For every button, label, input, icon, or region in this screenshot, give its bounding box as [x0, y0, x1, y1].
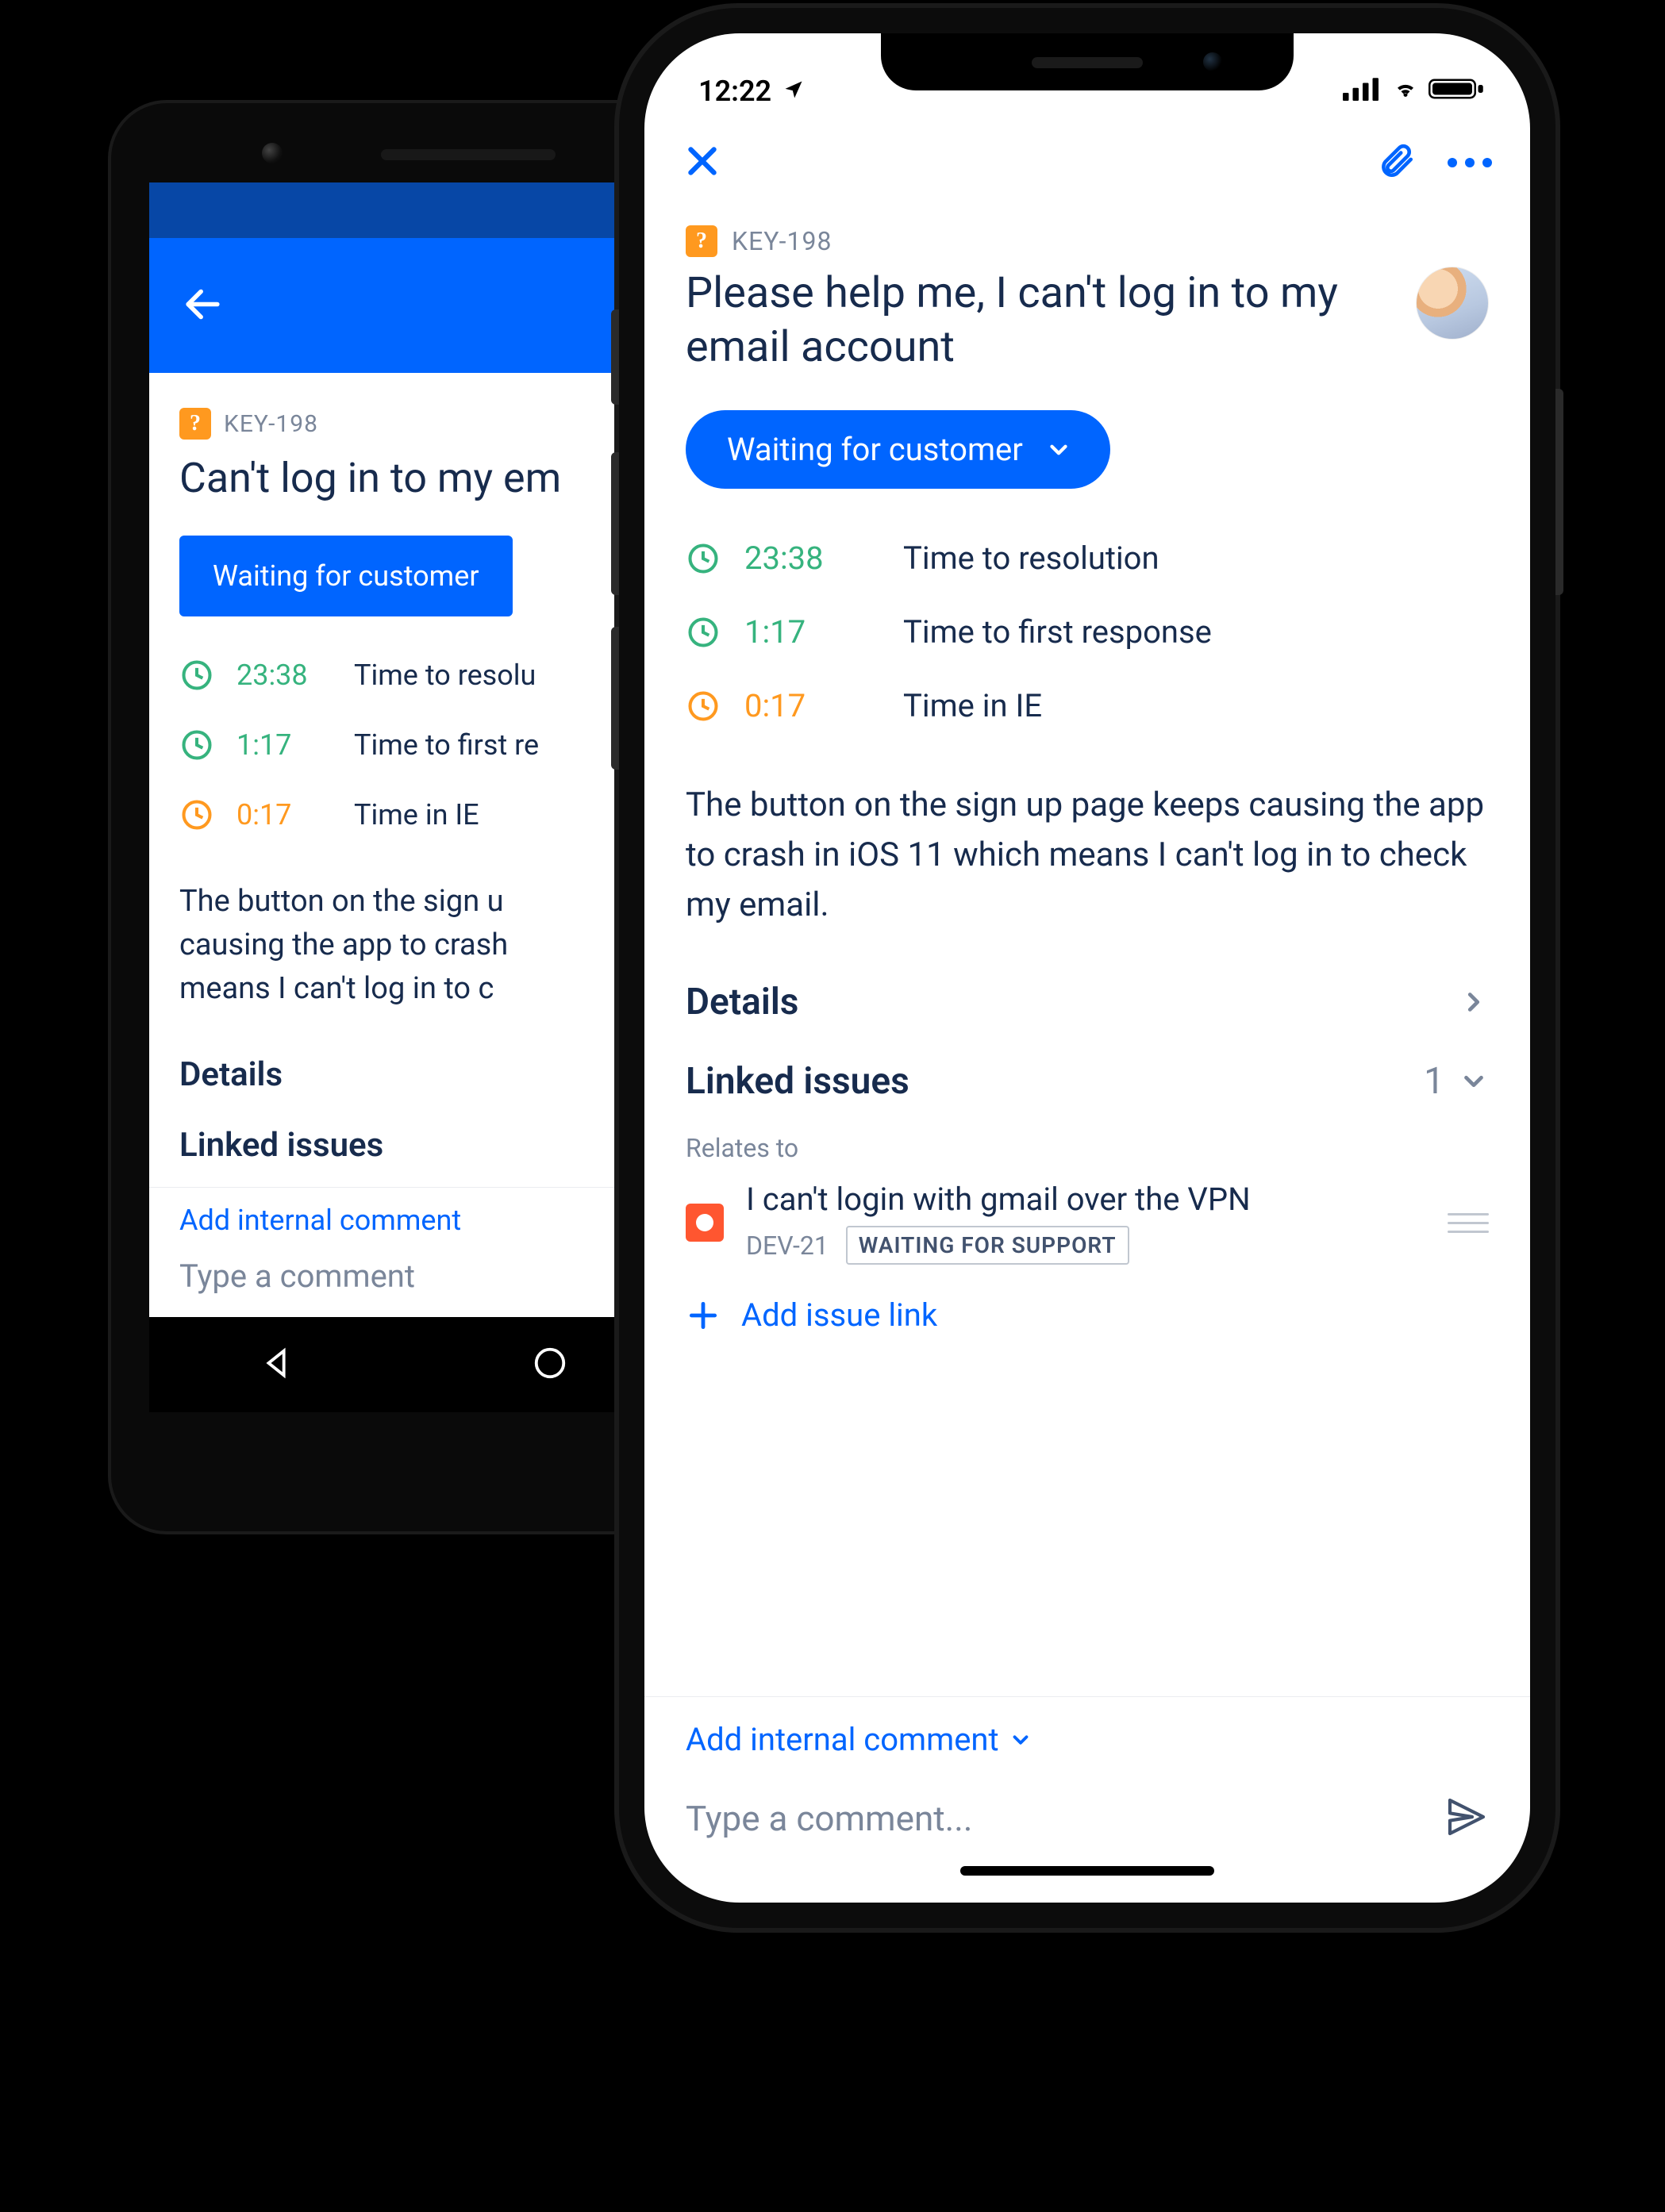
add-issue-link-button[interactable]: Add issue link — [686, 1296, 1489, 1334]
status-label: Waiting for customer — [727, 431, 1023, 468]
iphone-power-button — [1555, 389, 1563, 595]
sla-time: 0:17 — [744, 687, 879, 724]
issue-description: The button on the sign up page keeps cau… — [686, 780, 1489, 930]
linked-issue-row[interactable]: I can't login with gmail over the VPN DE… — [686, 1181, 1489, 1265]
chevron-down-icon — [1009, 1728, 1032, 1752]
home-indicator[interactable] — [960, 1866, 1214, 1876]
section-details[interactable]: Details — [686, 981, 1489, 1023]
sla-time: 23:38 — [744, 540, 879, 577]
sla-row-resolution: 23:38 Time to resolution — [686, 540, 1489, 577]
ios-nav-bar — [644, 119, 1530, 206]
sla-time: 1:17 — [744, 613, 879, 651]
comment-input[interactable]: Type a comment... — [686, 1798, 1425, 1839]
status-dropdown[interactable]: Waiting for customer — [686, 410, 1110, 489]
add-internal-comment-tab[interactable]: Add internal comment — [686, 1721, 1489, 1758]
nav-back-icon[interactable] — [260, 1345, 296, 1384]
iphone-screen: 12:22 — [644, 33, 1530, 1903]
attachment-icon[interactable] — [1376, 141, 1416, 184]
sla-time: 23:38 — [236, 659, 332, 692]
sla-label: Time to first re — [354, 728, 539, 762]
status-time: 12:22 — [698, 75, 771, 108]
android-camera — [262, 143, 283, 163]
linked-count: 1 — [1424, 1060, 1444, 1103]
status-dropdown[interactable]: Waiting for customer — [179, 536, 513, 616]
issue-type-icon: ? — [179, 408, 211, 440]
sla-label: Time in IE — [903, 687, 1042, 724]
iphone-notch — [881, 33, 1294, 90]
issue-key: KEY-198 — [732, 226, 832, 256]
relates-to-label: Relates to — [686, 1133, 1489, 1163]
chevron-down-icon — [1459, 1066, 1489, 1096]
send-icon[interactable] — [1444, 1795, 1489, 1842]
sla-label: Time in IE — [354, 798, 479, 831]
wifi-icon — [1394, 75, 1417, 108]
iphone-frame: 12:22 — [619, 8, 1555, 1928]
linked-issue-status: WAITING FOR SUPPORT — [846, 1226, 1129, 1265]
cellular-signal-icon — [1343, 75, 1382, 108]
sla-row-first-response: 1:17 Time to first response — [686, 613, 1489, 651]
assignee-avatar[interactable] — [1416, 267, 1489, 340]
more-icon[interactable] — [1448, 158, 1492, 167]
iphone-volume-down — [611, 627, 619, 770]
add-internal-comment-label: Add internal comment — [686, 1721, 999, 1758]
sla-label: Time to first response — [903, 613, 1212, 651]
linked-issue-title: I can't login with gmail over the VPN — [746, 1181, 1425, 1218]
chevron-down-icon — [1045, 436, 1072, 463]
nav-home-icon[interactable] — [532, 1345, 568, 1384]
chevron-right-icon — [1459, 987, 1489, 1017]
sla-label: Time to resolution — [903, 540, 1159, 577]
linked-issue-type-icon — [686, 1204, 724, 1242]
add-issue-link-label: Add issue link — [741, 1296, 937, 1334]
section-details-label: Details — [686, 981, 798, 1023]
sla-time: 0:17 — [236, 798, 332, 831]
issue-type-icon: ? — [686, 225, 717, 257]
sla-label: Time to resolu — [354, 659, 536, 692]
sla-time: 1:17 — [236, 728, 332, 762]
back-arrow-icon[interactable] — [181, 282, 225, 329]
iphone-mute-switch — [611, 309, 619, 405]
battery-icon — [1429, 75, 1484, 108]
linked-issue-key: DEV-21 — [746, 1231, 829, 1261]
sla-row-time-in-ie: 0:17 Time in IE — [686, 687, 1489, 724]
section-linked-label: Linked issues — [686, 1060, 909, 1103]
issue-key: KEY-198 — [224, 410, 318, 438]
drag-handle-icon[interactable] — [1448, 1213, 1489, 1233]
section-linked-issues[interactable]: Linked issues 1 — [686, 1060, 1489, 1103]
close-icon[interactable] — [683, 141, 722, 184]
iphone-volume-up — [611, 452, 619, 595]
location-arrow-icon — [783, 75, 805, 108]
issue-title: Please help me, I can't log in to my ema… — [686, 267, 1397, 374]
android-speaker — [381, 149, 556, 160]
